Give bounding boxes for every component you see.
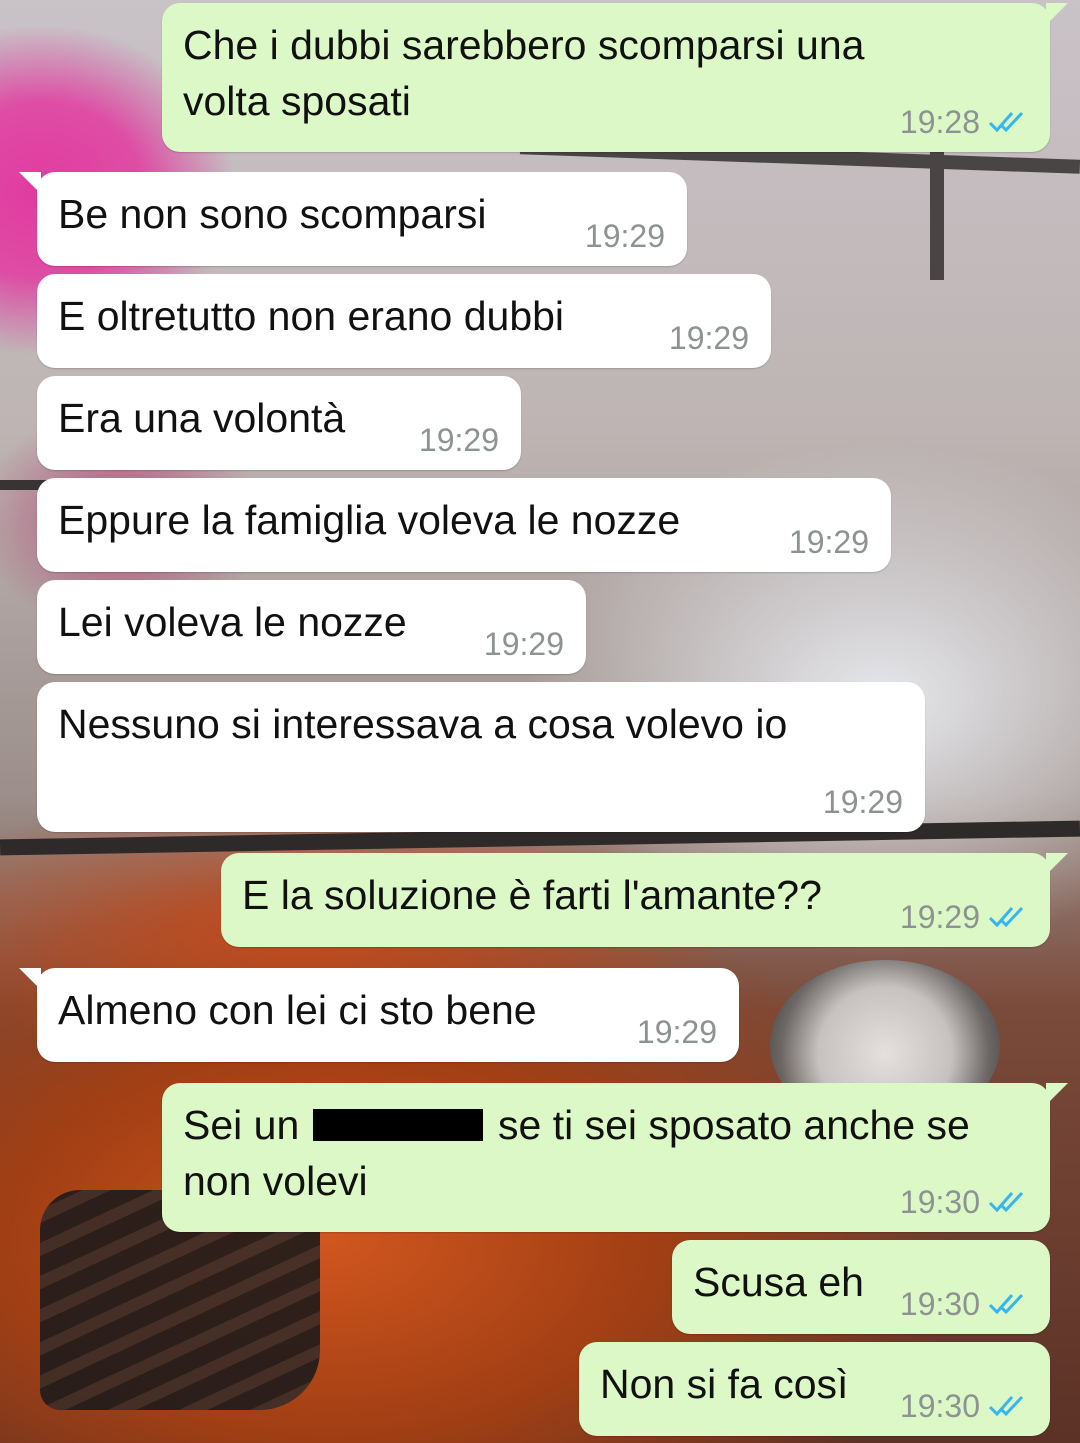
- double-check-read-icon: [988, 1395, 1024, 1417]
- message-text: Non si fa così: [600, 1361, 849, 1407]
- chat-window[interactable]: Che i dubbi sarebbero scomparsi una volt…: [0, 0, 1080, 1443]
- message-meta: 19:29: [669, 320, 749, 356]
- message-text: Era una volontà: [58, 395, 346, 441]
- message-time: 19:30: [899, 1184, 980, 1220]
- message-time: 19:29: [636, 1014, 717, 1050]
- message-text: Sei un coglione se ti sei sposato anche …: [183, 1097, 970, 1209]
- message-time: 19:28: [899, 104, 980, 140]
- incoming-message-bubble[interactable]: Lei voleva le nozze 19:29: [37, 580, 586, 674]
- message-time: 19:29: [418, 422, 499, 458]
- wallpaper-decoration: [930, 150, 944, 280]
- message-time: 19:29: [584, 218, 665, 254]
- message-text: Be non sono scomparsi: [58, 191, 487, 237]
- message-meta: 19:29: [823, 784, 903, 820]
- message-meta: 19:30: [900, 1286, 1028, 1322]
- message-meta: 19:29: [900, 899, 1028, 935]
- incoming-message-bubble[interactable]: Era una volontà 19:29: [37, 376, 521, 470]
- message-text: Lei voleva le nozze: [58, 599, 407, 645]
- message-text: E oltretutto non erano dubbi: [58, 293, 565, 339]
- incoming-message-bubble[interactable]: Be non sono scomparsi 19:29: [19, 172, 687, 266]
- outgoing-message-bubble[interactable]: Sei un coglione se ti sei sposato anche …: [162, 1083, 1068, 1232]
- incoming-message-bubble[interactable]: E oltretutto non erano dubbi 19:29: [37, 274, 771, 368]
- outgoing-message-bubble[interactable]: E la soluzione è farti l'amante?? 19:29: [221, 853, 1068, 947]
- double-check-read-icon: [988, 111, 1024, 133]
- message-meta: 19:30: [900, 1388, 1028, 1424]
- message-meta: 19:29: [419, 422, 499, 458]
- message-text: Almeno con lei ci sto bene: [58, 987, 537, 1033]
- message-time: 19:29: [483, 626, 564, 662]
- message-time: 19:29: [788, 524, 869, 560]
- incoming-message-bubble[interactable]: Almeno con lei ci sto bene 19:29: [19, 968, 739, 1062]
- message-text: E la soluzione è farti l'amante??: [242, 872, 822, 918]
- message-time: 19:29: [822, 784, 903, 820]
- outgoing-message-bubble[interactable]: Che i dubbi sarebbero scomparsi una volt…: [162, 3, 1068, 152]
- message-meta: 19:29: [789, 524, 869, 560]
- message-text: Nessuno si interessava a cosa volevo io: [58, 701, 788, 747]
- message-text: Che i dubbi sarebbero scomparsi una volt…: [183, 22, 865, 124]
- message-time: 19:30: [899, 1286, 980, 1322]
- incoming-message-bubble[interactable]: Nessuno si interessava a cosa volevo io …: [37, 682, 925, 832]
- message-meta: 19:29: [585, 218, 665, 254]
- message-text: Eppure la famiglia voleva le nozze: [58, 497, 681, 543]
- incoming-message-bubble[interactable]: Eppure la famiglia voleva le nozze 19:29: [37, 478, 891, 572]
- double-check-read-icon: [988, 1191, 1024, 1213]
- message-meta: 19:30: [900, 1184, 1028, 1220]
- redaction-bar: coglione: [312, 1109, 483, 1141]
- message-text: Scusa eh: [693, 1259, 864, 1305]
- message-time: 19:30: [899, 1388, 980, 1424]
- message-meta: 19:29: [484, 626, 564, 662]
- message-text-part: Sei un: [183, 1102, 311, 1148]
- double-check-read-icon: [988, 1293, 1024, 1315]
- message-time: 19:29: [899, 899, 980, 935]
- outgoing-message-bubble[interactable]: Non si fa così 19:30: [579, 1342, 1050, 1436]
- outgoing-message-bubble[interactable]: Scusa eh 19:30: [672, 1240, 1050, 1334]
- message-meta: 19:28: [900, 104, 1028, 140]
- message-meta: 19:29: [637, 1014, 717, 1050]
- double-check-read-icon: [988, 906, 1024, 928]
- message-time: 19:29: [668, 320, 749, 356]
